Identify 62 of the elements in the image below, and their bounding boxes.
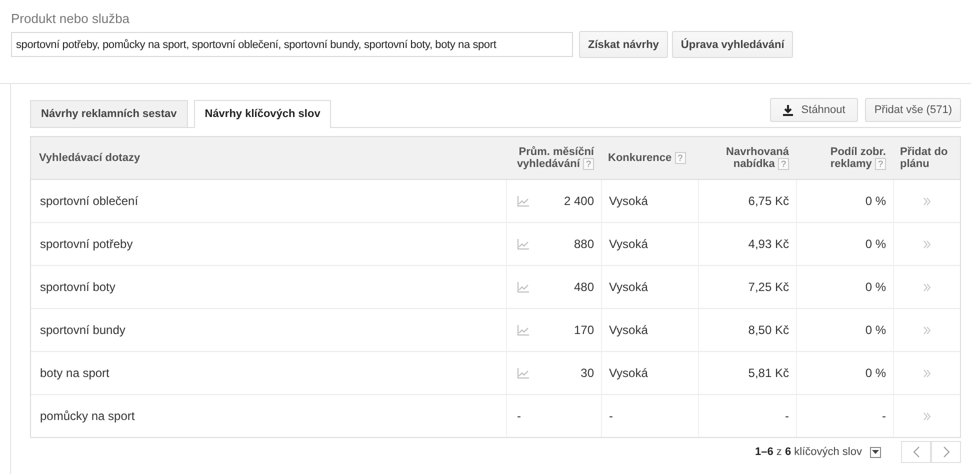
table-cell: - xyxy=(785,409,789,423)
column-header[interactable]: Konkurence ? xyxy=(608,152,686,164)
double-chevron-icon[interactable] xyxy=(923,368,931,378)
table-cell: - xyxy=(882,409,886,423)
column-header[interactable]: Prům. měsíční vyhledávání ? xyxy=(513,146,594,170)
table-cell: 0 % xyxy=(865,366,886,380)
table-cell: Vysoká xyxy=(609,323,648,337)
table-cell: 0 % xyxy=(865,237,886,251)
double-chevron-icon[interactable] xyxy=(923,240,931,248)
table-cell: 2 400 xyxy=(564,194,594,208)
table-cell: Vysoká xyxy=(609,366,648,380)
chevron-right-icon xyxy=(942,446,950,458)
chevron-left-icon xyxy=(912,446,920,458)
table-cell: 170 xyxy=(574,323,594,337)
help-icon[interactable]: ? xyxy=(582,158,594,170)
table-cell: Vysoká xyxy=(609,194,648,208)
column-header[interactable]: Přidat do plánu xyxy=(900,146,953,170)
double-chevron-icon[interactable] xyxy=(923,412,931,420)
help-icon[interactable]: ? xyxy=(778,158,789,170)
table-cell: boty na sport xyxy=(40,366,110,380)
dropdown-icon[interactable] xyxy=(870,446,881,458)
table-cell: pomůcky na sport xyxy=(40,409,135,423)
column-header[interactable]: Navrhovaná nabídka ? xyxy=(705,146,789,170)
field-label: Produkt nebo služba xyxy=(11,11,131,26)
table-cell: sportovní boty xyxy=(40,280,116,294)
help-icon[interactable]: ? xyxy=(674,152,686,164)
double-chevron-icon[interactable] xyxy=(923,196,931,206)
table-cell: Vysoká xyxy=(609,280,648,294)
table-cell: 8,50 Kč xyxy=(748,323,789,337)
add-all-button[interactable]: Přidat vše (571) xyxy=(865,98,961,122)
column-header[interactable]: Vyhledávací dotazy xyxy=(39,152,140,164)
download-button[interactable]: Stáhnout xyxy=(770,98,858,122)
table-cell: sportovní potřeby xyxy=(40,237,133,251)
tab[interactable]: Návrhy reklamních sestav xyxy=(30,100,188,127)
download-icon xyxy=(783,104,794,116)
table-cell: 5,81 Kč xyxy=(748,366,789,380)
previous-button[interactable] xyxy=(901,441,931,463)
pagination-text: 1–6 z 6 klíčových slov xyxy=(754,446,862,458)
button[interactable]: Získat návrhy xyxy=(579,31,668,58)
table-cell: 4,93 Kč xyxy=(748,237,789,251)
table-cell: Vysoká xyxy=(609,237,648,251)
column-header[interactable]: Podíl zobr. reklamy ? xyxy=(803,146,886,170)
table-cell: sportovní bundy xyxy=(40,323,126,337)
caret-icon xyxy=(872,450,879,454)
help-icon[interactable]: ? xyxy=(874,158,886,170)
table-cell: 6,75 Kč xyxy=(748,194,789,208)
table-cell: 480 xyxy=(574,280,594,294)
table-cell: 7,25 Kč xyxy=(748,280,789,294)
table-cell: - xyxy=(609,409,613,423)
tab[interactable]: Návrhy klíčových slov xyxy=(194,100,332,128)
table-cell: - xyxy=(517,409,521,423)
double-chevron-icon[interactable] xyxy=(923,282,931,292)
input-field[interactable]: sportovní potřeby, pomůcky na sport, sportovní oblečení, sportovní bundy, sportovní boty, boty na sport xyxy=(11,32,573,57)
double-chevron-icon[interactable] xyxy=(923,326,931,334)
table-cell: 0 % xyxy=(865,323,886,337)
table-cell: 0 % xyxy=(865,194,886,208)
button[interactable]: Úprava vyhledávání xyxy=(672,31,794,58)
table-cell: sportovní oblečení xyxy=(40,194,138,208)
table-cell: 30 xyxy=(580,366,594,380)
table-cell: 880 xyxy=(574,237,594,251)
table-cell: 0 % xyxy=(865,280,886,294)
next-button[interactable] xyxy=(931,441,961,463)
